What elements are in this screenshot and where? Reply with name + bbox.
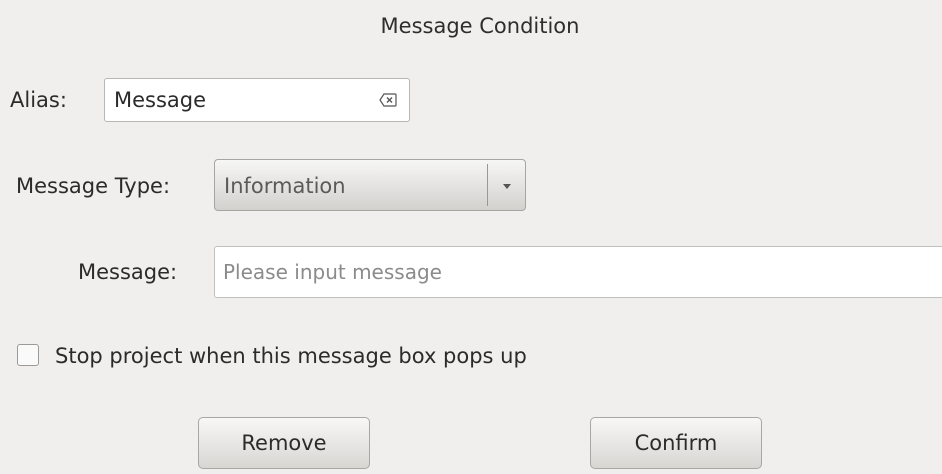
message-input[interactable] [214,246,942,298]
stop-project-label[interactable]: Stop project when this message box pops … [55,344,527,368]
confirm-button[interactable]: Confirm [590,417,762,469]
dialog-title: Message Condition [380,14,580,38]
alias-input[interactable]: Message [104,78,410,122]
message-label: Message: [78,260,178,284]
message-type-label: Message Type: [16,174,171,198]
message-type-dropdown[interactable]: Information [214,159,526,211]
alias-value: Message [114,88,207,112]
message-type-value: Information [224,174,346,198]
chevron-down-icon [503,184,511,189]
alias-label: Alias: [10,88,67,112]
clear-text-icon[interactable] [379,93,397,107]
stop-project-checkbox[interactable] [17,344,39,366]
dropdown-divider [487,164,488,206]
remove-button[interactable]: Remove [198,417,370,469]
